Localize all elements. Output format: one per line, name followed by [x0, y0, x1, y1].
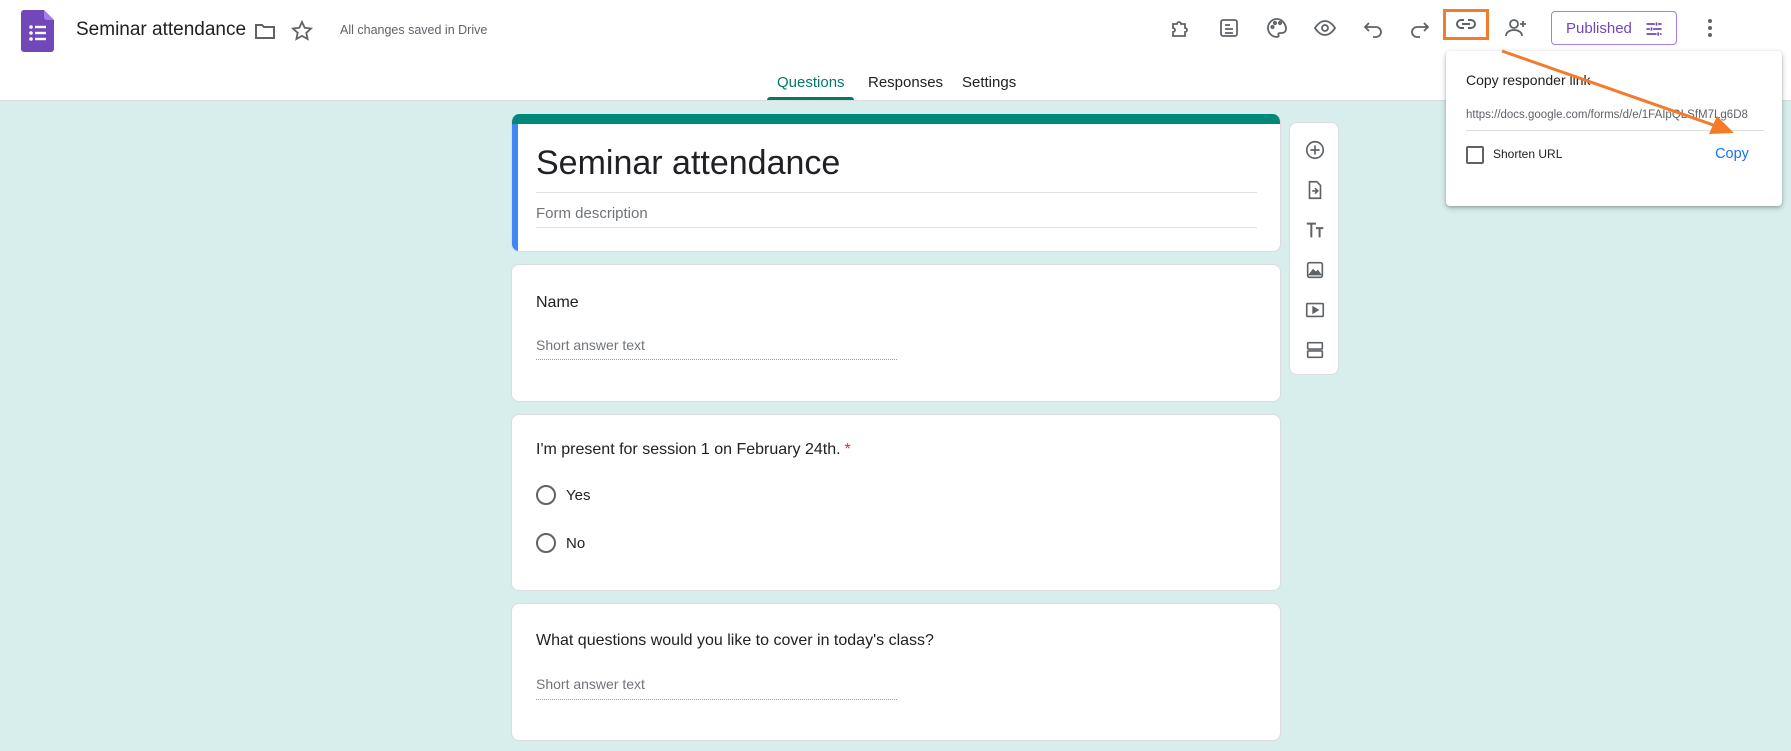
add-image-icon[interactable] [1302, 257, 1328, 283]
form-description-field[interactable]: Form description [536, 205, 648, 222]
radio-no[interactable] [536, 533, 556, 553]
active-tab-indicator [767, 97, 854, 100]
option-label-yes: Yes [566, 487, 591, 504]
url-underline [1466, 130, 1764, 131]
question-title-text: I'm present for session 1 on February 24… [536, 441, 841, 458]
document-title[interactable]: Seminar attendance [76, 19, 246, 41]
tab-responses[interactable]: Responses [868, 74, 943, 91]
customize-icon[interactable] [1213, 12, 1245, 44]
theme-bar [512, 114, 1280, 124]
tab-settings[interactable]: Settings [962, 74, 1016, 91]
option-label-no: No [566, 535, 586, 552]
star-icon[interactable] [288, 17, 316, 45]
tune-icon [1646, 22, 1662, 36]
preview-icon[interactable] [1309, 12, 1341, 44]
short-answer-placeholder: Short answer text [536, 337, 645, 353]
answer-underline [536, 698, 897, 700]
link-highlight-box [1443, 9, 1489, 40]
required-asterisk: * [844, 441, 851, 458]
addons-icon[interactable] [1165, 12, 1197, 44]
tab-questions[interactable]: Questions [777, 74, 845, 91]
question-title: Name [536, 294, 579, 311]
copy-link-popup: Copy responder link https://docs.google.… [1446, 51, 1782, 206]
add-section-icon[interactable] [1302, 337, 1328, 363]
title-underline [536, 192, 1257, 193]
question-card-name[interactable]: Name Short answer text [511, 264, 1281, 402]
form-title-card[interactable]: Seminar attendance Form description [511, 114, 1281, 252]
folder-icon[interactable] [251, 17, 279, 45]
add-title-icon[interactable] [1302, 217, 1328, 243]
question-card-topics[interactable]: What questions would you like to cover i… [511, 603, 1281, 741]
add-question-icon[interactable] [1302, 137, 1328, 163]
add-collaborator-icon[interactable] [1500, 12, 1532, 44]
import-questions-icon[interactable] [1302, 177, 1328, 203]
shorten-url-label: Shorten URL [1493, 147, 1563, 161]
shorten-url-checkbox[interactable] [1466, 146, 1484, 164]
radio-yes[interactable] [536, 485, 556, 505]
copy-button[interactable]: Copy [1707, 140, 1757, 168]
redo-icon[interactable] [1404, 12, 1436, 44]
responder-url[interactable]: https://docs.google.com/forms/d/e/1FAIpQ… [1466, 109, 1764, 121]
save-status: All changes saved in Drive [340, 23, 488, 37]
form-title[interactable]: Seminar attendance [536, 144, 840, 183]
question-toolbar [1289, 122, 1339, 375]
description-underline [536, 227, 1257, 228]
add-video-icon[interactable] [1302, 297, 1328, 323]
published-button[interactable]: Published [1551, 11, 1677, 45]
focus-bar [512, 124, 518, 251]
question-title: I'm present for session 1 on February 24… [536, 441, 851, 459]
palette-icon[interactable] [1261, 12, 1293, 44]
undo-icon[interactable] [1357, 12, 1389, 44]
question-card-presence[interactable]: I'm present for session 1 on February 24… [511, 414, 1281, 591]
forms-logo-icon[interactable] [21, 10, 54, 52]
question-title: What questions would you like to cover i… [536, 632, 934, 649]
more-vert-icon[interactable] [1694, 12, 1726, 44]
published-label: Published [1566, 19, 1632, 37]
answer-underline [536, 358, 897, 360]
popup-title: Copy responder link [1466, 72, 1591, 88]
short-answer-placeholder: Short answer text [536, 676, 645, 692]
